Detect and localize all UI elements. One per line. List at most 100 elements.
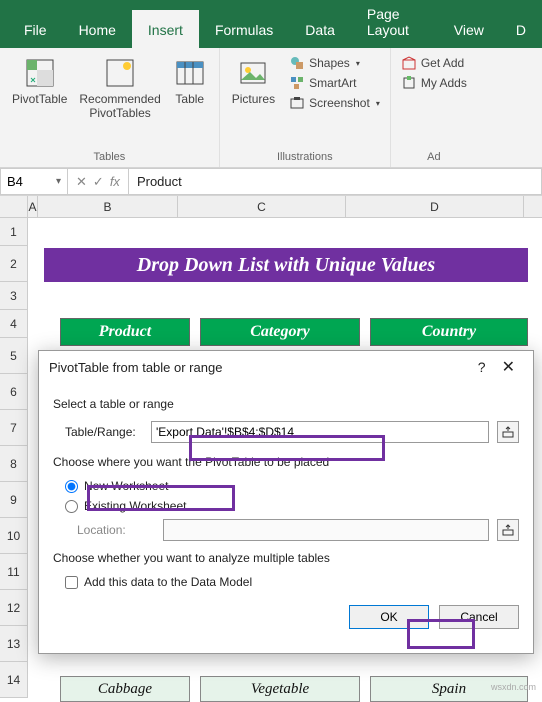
my-addins-button[interactable]: My Adds	[399, 74, 469, 92]
recommended-pivot-icon	[103, 56, 137, 90]
row-header[interactable]: 3	[0, 282, 28, 310]
shapes-label: Shapes	[309, 56, 350, 70]
location-label: Location:	[77, 523, 155, 537]
table-cell[interactable]: Cabbage	[60, 676, 190, 702]
row-header[interactable]: 5	[0, 338, 28, 374]
row-header[interactable]: 1	[0, 218, 28, 246]
pictures-label: Pictures	[232, 92, 275, 106]
chevron-down-icon: ▾	[356, 59, 360, 68]
smartart-label: SmartArt	[309, 76, 356, 90]
row-header[interactable]: 10	[0, 518, 28, 554]
ribbon-group-illustrations: Pictures Shapes ▾ SmartArt Screenshot ▾	[220, 48, 391, 167]
formula-input-value: Product	[137, 174, 182, 189]
collapse-icon	[502, 524, 514, 536]
row-header[interactable]: 4	[0, 310, 28, 338]
tab-data[interactable]: Data	[289, 10, 351, 48]
pivottable-icon	[23, 56, 57, 90]
ok-button[interactable]: OK	[349, 605, 429, 629]
pictures-button[interactable]: Pictures	[228, 54, 279, 108]
col-header-c[interactable]: C	[178, 196, 346, 217]
formula-input[interactable]: Product	[129, 168, 542, 195]
table-header-product: Product	[60, 318, 190, 346]
watermark: wsxdn.com	[491, 682, 536, 692]
screenshot-label: Screenshot	[309, 96, 370, 110]
row-header[interactable]: 13	[0, 626, 28, 662]
data-model-checkbox[interactable]	[65, 576, 78, 589]
get-addins-button[interactable]: Get Add	[399, 54, 469, 72]
dialog-title: PivotTable from table or range	[49, 360, 222, 375]
ribbon-group-illustrations-label: Illustrations	[277, 149, 333, 165]
pivottable-dialog: PivotTable from table or range ? ✕ Selec…	[38, 350, 534, 654]
table-cell[interactable]: Vegetable	[200, 676, 360, 702]
row-header[interactable]: 9	[0, 482, 28, 518]
menubar: File Home Insert Formulas Data Page Layo…	[0, 0, 542, 48]
row-header[interactable]: 11	[0, 554, 28, 590]
column-headers: A B C D	[0, 196, 542, 218]
addins-icon	[401, 75, 417, 91]
location-picker-button[interactable]	[497, 519, 519, 541]
chevron-down-icon: ▾	[376, 99, 380, 108]
tab-insert[interactable]: Insert	[132, 10, 199, 48]
get-addins-label: Get Add	[421, 56, 464, 70]
table-range-input[interactable]	[151, 421, 489, 443]
enter-icon[interactable]: ✓	[93, 174, 104, 190]
ribbon-group-addins-label: Ad	[427, 149, 440, 165]
tab-home[interactable]: Home	[63, 10, 132, 48]
select-table-heading: Select a table or range	[53, 397, 519, 411]
pictures-icon	[236, 56, 270, 90]
formula-bar: B4 ▾ ✕ ✓ fx Product	[0, 168, 542, 196]
row-header[interactable]: 8	[0, 446, 28, 482]
row-header[interactable]: 7	[0, 410, 28, 446]
cancel-button[interactable]: Cancel	[439, 605, 519, 629]
placement-heading: Choose where you want the PivotTable to …	[53, 455, 519, 469]
screenshot-button[interactable]: Screenshot ▾	[287, 94, 382, 112]
ribbon-group-tables-label: Tables	[93, 149, 125, 165]
row-header[interactable]: 2	[0, 246, 28, 282]
range-picker-button[interactable]	[497, 421, 519, 443]
data-model-label: Add this data to the Data Model	[84, 575, 252, 589]
shapes-icon	[289, 55, 305, 71]
tab-view[interactable]: View	[438, 10, 500, 48]
col-header-b[interactable]: B	[38, 196, 178, 217]
ribbon-group-addins: Get Add My Adds Ad	[391, 48, 477, 167]
row-header[interactable]: 6	[0, 374, 28, 410]
tab-extra[interactable]: D	[500, 10, 542, 48]
row-header[interactable]: 14	[0, 662, 28, 698]
fx-icon[interactable]: fx	[110, 174, 120, 189]
smartart-icon	[289, 75, 305, 91]
close-button[interactable]: ✕	[494, 357, 523, 377]
cancel-icon[interactable]: ✕	[76, 174, 87, 190]
name-box[interactable]: B4 ▾	[0, 168, 68, 195]
page-title: Drop Down List with Unique Values	[44, 248, 528, 282]
recommended-pivot-button[interactable]: Recommended PivotTables	[75, 54, 164, 122]
pivottable-button[interactable]: PivotTable	[8, 54, 71, 108]
ribbon-group-tables: PivotTable Recommended PivotTables Table…	[0, 48, 220, 167]
col-header-d[interactable]: D	[346, 196, 524, 217]
ribbon: PivotTable Recommended PivotTables Table…	[0, 48, 542, 168]
name-box-value: B4	[7, 174, 23, 189]
chevron-down-icon[interactable]: ▾	[56, 176, 61, 187]
tab-page-layout[interactable]: Page Layout	[351, 0, 438, 48]
table-header-category: Category	[200, 318, 360, 346]
new-worksheet-label: New Worksheet	[84, 479, 168, 493]
existing-worksheet-radio[interactable]	[65, 500, 78, 513]
dialog-titlebar: PivotTable from table or range ? ✕	[39, 351, 533, 383]
row-header[interactable]: 12	[0, 590, 28, 626]
col-header-a[interactable]: A	[28, 196, 38, 217]
tab-formulas[interactable]: Formulas	[199, 10, 289, 48]
tab-file[interactable]: File	[8, 10, 63, 48]
recommended-pivot-label: Recommended PivotTables	[79, 92, 160, 120]
shapes-button[interactable]: Shapes ▾	[287, 54, 382, 72]
help-button[interactable]: ?	[470, 359, 494, 375]
select-all-corner[interactable]	[0, 196, 28, 217]
pivottable-label: PivotTable	[12, 92, 67, 106]
my-addins-label: My Adds	[421, 76, 467, 90]
screenshot-icon	[289, 95, 305, 111]
table-button[interactable]: Table	[169, 54, 211, 108]
store-icon	[401, 55, 417, 71]
new-worksheet-radio[interactable]	[65, 480, 78, 493]
collapse-icon	[502, 426, 514, 438]
table-icon	[173, 56, 207, 90]
existing-worksheet-label: Existing Worksheet	[84, 499, 187, 513]
smartart-button[interactable]: SmartArt	[287, 74, 382, 92]
